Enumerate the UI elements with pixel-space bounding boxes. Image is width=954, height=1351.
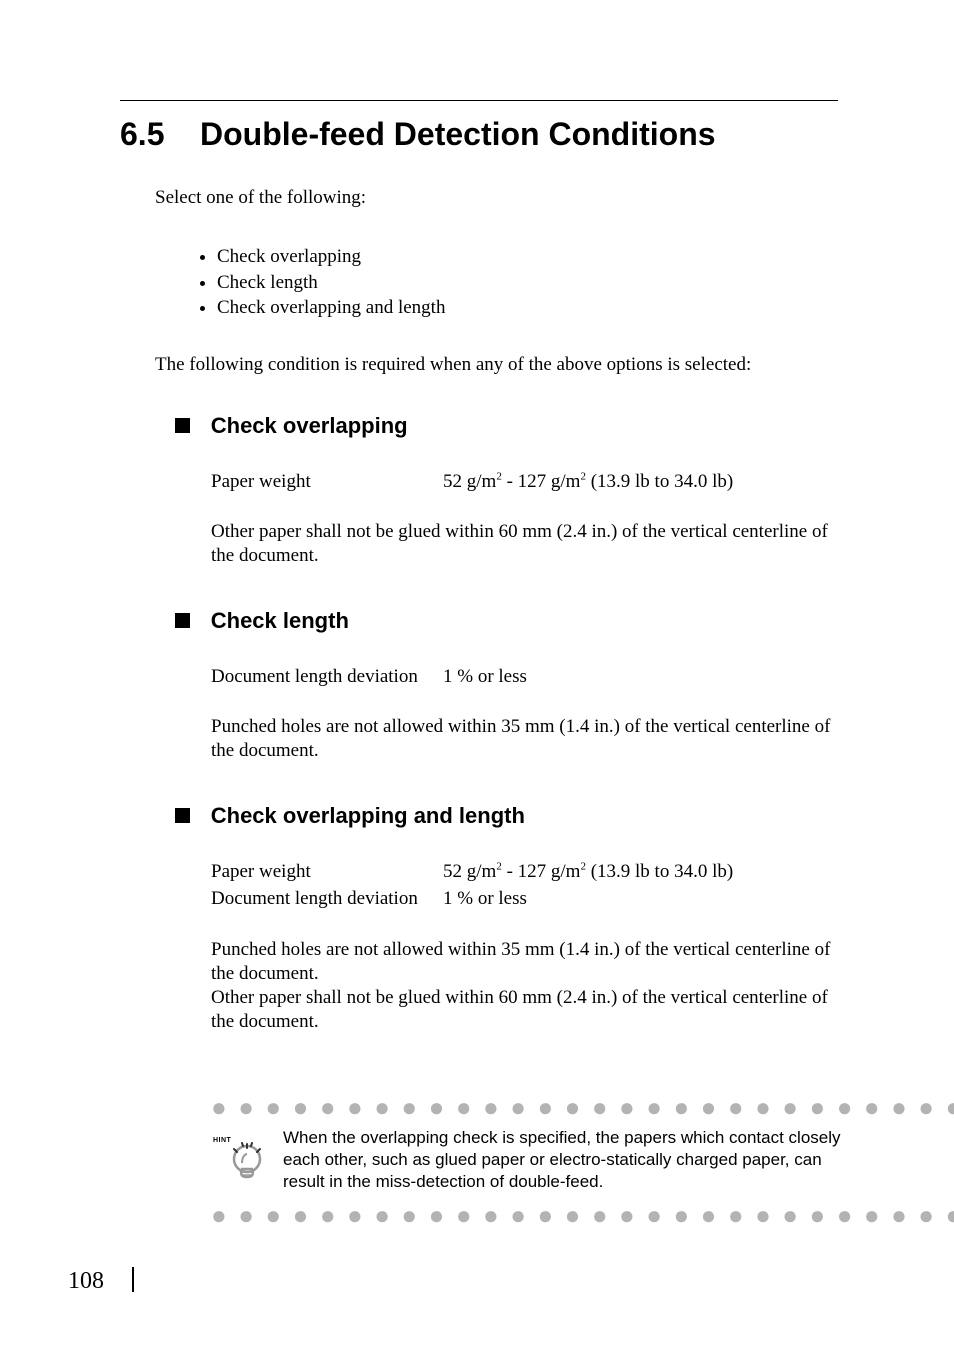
subsection-note: Punched holes are not allowed within 35 … [211,938,840,987]
kv-list: Paper weight 52 g/m2 - 127 g/m2 (13.9 lb… [211,470,875,494]
list-item: Check overlapping [217,245,875,269]
subsection-note: Other paper shall not be glued within 60… [211,520,840,569]
section-title: Double-feed Detection Conditions [200,116,716,152]
option-list: Check overlapping Check length Check ove… [155,245,875,320]
subsection-note: Other paper shall not be glued within 60… [211,986,840,1035]
subsection-note: Punched holes are not allowed within 35 … [211,715,840,764]
kv-row: Document length deviation 1 % or less [211,665,875,689]
subsection-heading-both: Check overlapping and length [175,802,875,830]
hint-block: HINT When the overlapping check is speci… [211,1127,845,1193]
subsection-title: Check overlapping and length [211,802,525,830]
subsection-heading-overlap: Check overlapping [175,412,875,440]
hint-label: HINT [213,1137,285,1146]
kv-list: Document length deviation 1 % or less [211,665,875,689]
kv-row: Paper weight 52 g/m2 - 127 g/m2 (13.9 lb… [211,470,875,494]
kv-list: Paper weight 52 g/m2 - 127 g/m2 (13.9 lb… [211,860,875,912]
square-bullet-icon [175,808,190,823]
kv-key: Document length deviation [211,887,443,911]
kv-value: 52 g/m2 - 127 g/m2 (13.9 lb to 34.0 lb) [443,470,875,494]
page-number-divider-icon [132,1267,134,1292]
list-item: Check length [217,271,875,295]
kv-value: 52 g/m2 - 127 g/m2 (13.9 lb to 34.0 lb) [443,860,875,884]
kv-key: Paper weight [211,860,443,884]
intro-text-2: The following condition is required when… [155,353,875,377]
kv-key: Paper weight [211,470,443,494]
subsection-title: Check overlapping [211,412,408,440]
square-bullet-icon [175,613,190,628]
kv-row: Document length deviation 1 % or less [211,887,875,911]
subsection-heading-length: Check length [175,607,875,635]
dot-divider: ● ● ● ● ● ● ● ● ● ● ● ● ● ● ● ● ● ● ● ● … [211,1203,875,1229]
dot-divider: ● ● ● ● ● ● ● ● ● ● ● ● ● ● ● ● ● ● ● ● … [211,1095,875,1121]
section-number: 6.5 [120,116,200,153]
kv-value: 1 % or less [443,887,875,911]
kv-row: Paper weight 52 g/m2 - 127 g/m2 (13.9 lb… [211,860,875,884]
intro-text-1: Select one of the following: [155,186,875,210]
hint-icon: HINT [211,1132,283,1187]
subsection-title: Check length [211,607,349,635]
list-item: Check overlapping and length [217,296,875,320]
page-number-value: 108 [68,1268,104,1294]
kv-value: 1 % or less [443,665,875,689]
lightbulb-icon [224,1141,270,1187]
top-divider [120,100,838,101]
square-bullet-icon [175,418,190,433]
section-heading: 6.5Double-feed Detection Conditions [120,116,716,153]
page-number: 108 [68,1267,134,1295]
kv-key: Document length deviation [211,665,443,689]
hint-text: When the overlapping check is specified,… [283,1127,845,1193]
page-body: Select one of the following: Check overl… [155,186,875,1235]
